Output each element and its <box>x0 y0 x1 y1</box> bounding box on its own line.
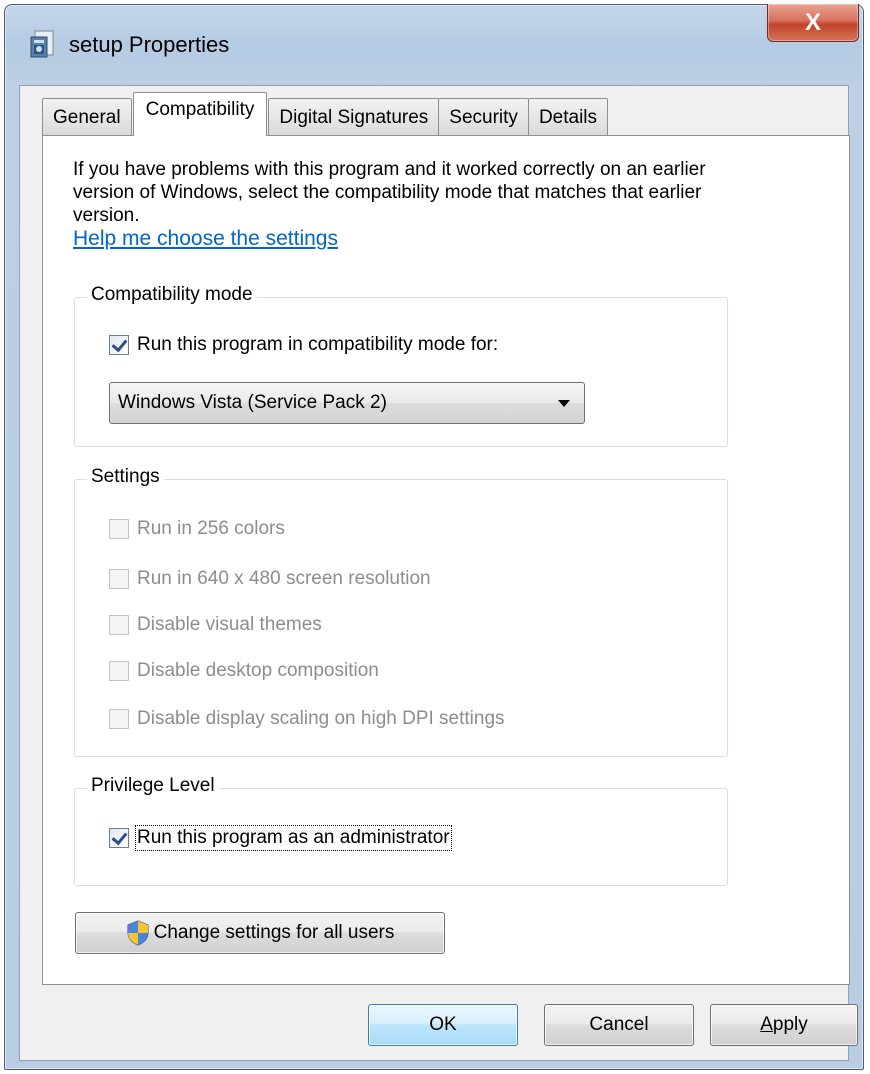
option-disable-desktop-composition-checkbox <box>109 661 129 681</box>
option-disable-dpi-scaling-checkbox <box>109 709 129 729</box>
run-as-admin-row[interactable]: Run this program as an administrator <box>109 825 452 851</box>
apply-button[interactable]: Apply <box>710 1004 858 1046</box>
run-as-admin-label: Run this program as an administrator <box>135 825 452 851</box>
cancel-button[interactable]: Cancel <box>544 1004 694 1046</box>
compatibility-mode-group: Compatibility mode Run this program in c… <box>74 284 728 447</box>
change-settings-all-users-label: Change settings for all users <box>153 922 395 943</box>
option-disable-visual-themes-label: Disable visual themes <box>137 614 322 635</box>
run-compat-mode-label: Run this program in compatibility mode f… <box>137 334 499 355</box>
tab-compatibility[interactable]: Compatibility <box>132 92 268 136</box>
option-disable-visual-themes-checkbox <box>109 615 129 635</box>
cancel-label: Cancel <box>589 1014 649 1035</box>
tab-digital-signatures[interactable]: Digital Signatures <box>268 98 440 136</box>
option-disable-visual-themes: Disable visual themes <box>109 614 322 636</box>
tab-security[interactable]: Security <box>438 98 529 136</box>
intro-text: If you have problems with this program a… <box>73 159 706 226</box>
properties-window: setup Properties X General Compatibility… <box>4 4 864 1070</box>
settings-group: Settings Run in 256 colors Run in 640 x … <box>74 466 728 757</box>
dialog-client-area: General Compatibility Digital Signatures… <box>19 85 858 1061</box>
option-256-colors: Run in 256 colors <box>109 518 285 540</box>
run-compat-mode-row[interactable]: Run this program in compatibility mode f… <box>109 334 498 356</box>
setup-file-icon <box>30 30 54 58</box>
close-button[interactable]: X <box>767 4 859 42</box>
apply-accelerator: A <box>760 1014 773 1035</box>
option-640x480-label: Run in 640 x 480 screen resolution <box>137 568 431 589</box>
option-disable-dpi-scaling-label: Disable display scaling on high DPI sett… <box>137 708 505 729</box>
dropdown-arrow-icon <box>558 400 570 407</box>
compat-mode-select[interactable]: Windows Vista (Service Pack 2) <box>109 382 585 424</box>
tab-details[interactable]: Details <box>527 98 609 136</box>
option-256-colors-checkbox <box>109 519 129 539</box>
option-disable-dpi-scaling: Disable display scaling on high DPI sett… <box>109 708 505 730</box>
option-disable-desktop-composition-label: Disable desktop composition <box>137 660 379 681</box>
title-bar[interactable]: setup Properties X <box>5 4 863 85</box>
settings-title: Settings <box>87 466 164 488</box>
compat-mode-value: Windows Vista (Service Pack 2) <box>118 392 387 413</box>
run-as-admin-checkbox[interactable] <box>109 828 129 848</box>
close-icon: X <box>804 8 821 36</box>
tab-strip: General Compatibility Digital Signatures… <box>42 92 609 136</box>
privilege-level-group: Privilege Level Run this program as an a… <box>74 775 728 886</box>
ok-button[interactable]: OK <box>368 1004 518 1046</box>
option-640x480-checkbox <box>109 569 129 589</box>
option-disable-desktop-composition: Disable desktop composition <box>109 660 379 682</box>
option-256-colors-label: Run in 256 colors <box>137 518 285 539</box>
compatibility-mode-title: Compatibility mode <box>87 284 257 306</box>
apply-label-rest: pply <box>772 1014 808 1035</box>
window-title: setup Properties <box>69 32 230 57</box>
run-compat-mode-checkbox[interactable] <box>109 335 129 355</box>
help-choose-settings-link[interactable]: Help me choose the settings <box>73 227 338 251</box>
compatibility-panel: If you have problems with this program a… <box>42 135 850 985</box>
uac-shield-icon <box>127 920 149 946</box>
ok-label: OK <box>429 1014 457 1035</box>
apply-label: Apply <box>760 1014 808 1036</box>
tab-general[interactable]: General <box>42 98 132 136</box>
change-settings-all-users-button[interactable]: Change settings for all users <box>75 912 445 954</box>
privilege-level-title: Privilege Level <box>87 775 219 797</box>
option-640x480: Run in 640 x 480 screen resolution <box>109 568 431 590</box>
